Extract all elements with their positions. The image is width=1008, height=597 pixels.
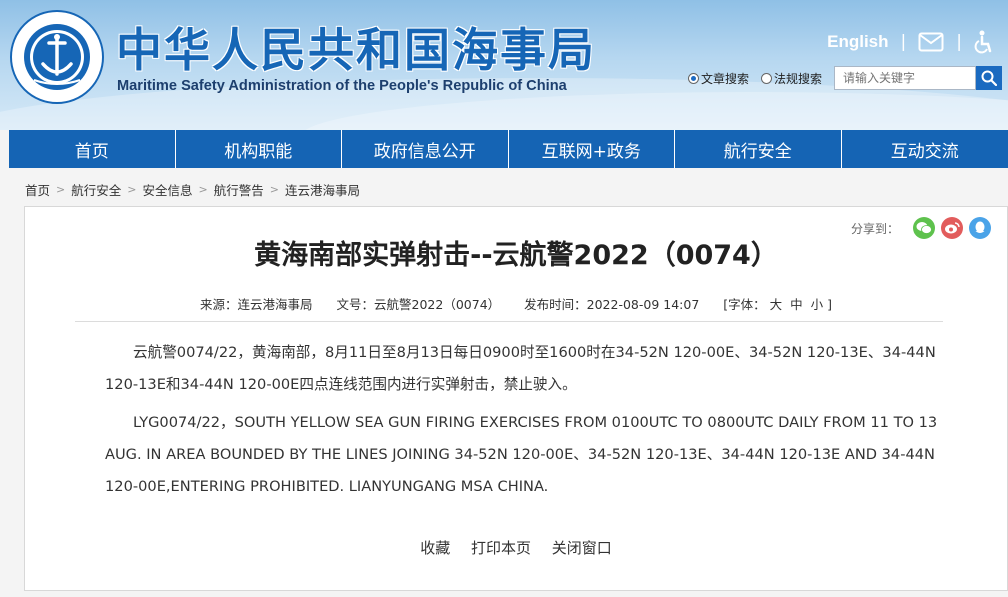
close-window-button[interactable]: 关闭窗口 [552,539,612,557]
article-meta: 来源：连云港海事局 文号：云航警2022（0074） 发布时间：2022-08-… [25,294,1007,313]
article-source: 来源：连云港海事局 [200,297,313,312]
search-area: 文章搜索 法规搜索 [688,66,1003,90]
print-button[interactable]: 打印本页 [471,539,531,557]
breadcrumb-home[interactable]: 首页 [25,180,50,199]
nav-item-navigation-safety[interactable]: 航行安全 [675,130,842,168]
font-size-end: ] [827,297,832,312]
font-size-small[interactable]: 小 [811,297,824,312]
nav-item-internet-gov[interactable]: 互联网+政务 [509,130,675,168]
favorite-button[interactable]: 收藏 [420,539,450,557]
article-doc-number: 文号：云航警2022（0074） [336,297,501,312]
radio-dot [761,72,773,84]
top-link-separator-2: | [956,32,962,52]
breadcrumb-chevron-icon: > [56,183,66,196]
font-size-label: [字体： [723,297,766,312]
article-container: 分享到： 黄海南部实弹射击--云航警2022（0074） 来源：连云港海事局 文… [24,206,1008,591]
font-size-medium[interactable]: 中 [790,297,803,312]
font-size-large[interactable]: 大 [770,297,783,312]
nav-item-functions[interactable]: 机构职能 [176,130,342,168]
radio-article-label: 文章搜索 [701,71,750,86]
breadcrumb-safety-info[interactable]: 安全信息 [142,180,192,199]
breadcrumb-navigation-safety[interactable]: 航行安全 [71,180,121,199]
nav-item-interaction[interactable]: 互动交流 [842,130,1008,168]
article-actions: 收藏 打印本页 关闭窗口 [25,537,1007,558]
article-title: 黄海南部实弹射击--云航警2022（0074） [254,240,778,271]
site-title-cn: 中华人民共和国海事局 [116,23,596,77]
search-button[interactable] [976,66,1003,90]
site-title-en: Maritime Safety Administration of the Pe… [117,78,567,94]
article-publish-time: 发布时间：2022-08-09 14:07 [524,297,700,312]
nav-item-gov-info[interactable]: 政府信息公开 [342,130,509,168]
top-link-separator: | [900,32,907,52]
article-paragraph-cn: 云航警0074/22，黄海南部，8月11日至8月13日每日0900时至1600时… [105,344,936,393]
accessibility-icon[interactable] [974,30,994,54]
radio-regulation-search[interactable]: 法规搜索 [761,70,822,87]
mail-icon[interactable] [918,32,944,52]
article-paragraph-en: LYG0074/22，SOUTH YELLOW SEA GUN FIRING E… [105,414,938,495]
top-links: English | | [827,30,994,54]
breadcrumb-lianyungang[interactable]: 连云港海事局 [285,180,360,199]
breadcrumb-chevron-icon: > [127,183,137,196]
search-input[interactable] [834,66,977,90]
article-body: 云航警0074/22，黄海南部，8月11日至8月13日每日0900时至1600时… [105,337,945,509]
breadcrumb-chevron-icon: > [269,183,279,196]
search-icon [981,70,998,86]
radio-regulation-label: 法规搜索 [774,71,823,86]
site-header: 中华人民共和国海事局 Maritime Safety Administratio… [0,0,1008,130]
english-link[interactable]: English [827,32,888,52]
breadcrumb-nav-warnings[interactable]: 航行警告 [214,180,264,199]
breadcrumb: 首页 > 航行安全 > 安全信息 > 航行警告 > 连云港海事局 [25,180,360,199]
font-size-control: [字体： 大 中 小 ] [723,297,832,312]
meta-divider [75,321,943,322]
radio-dot-selected [688,72,699,84]
radio-article-search[interactable]: 文章搜索 [688,70,749,87]
main-nav: 首页 机构职能 政府信息公开 互联网+政务 航行安全 互动交流 [9,130,1008,168]
china-msa-logo-icon[interactable] [10,10,104,104]
breadcrumb-chevron-icon: > [198,183,208,196]
nav-item-home[interactable]: 首页 [9,130,176,168]
